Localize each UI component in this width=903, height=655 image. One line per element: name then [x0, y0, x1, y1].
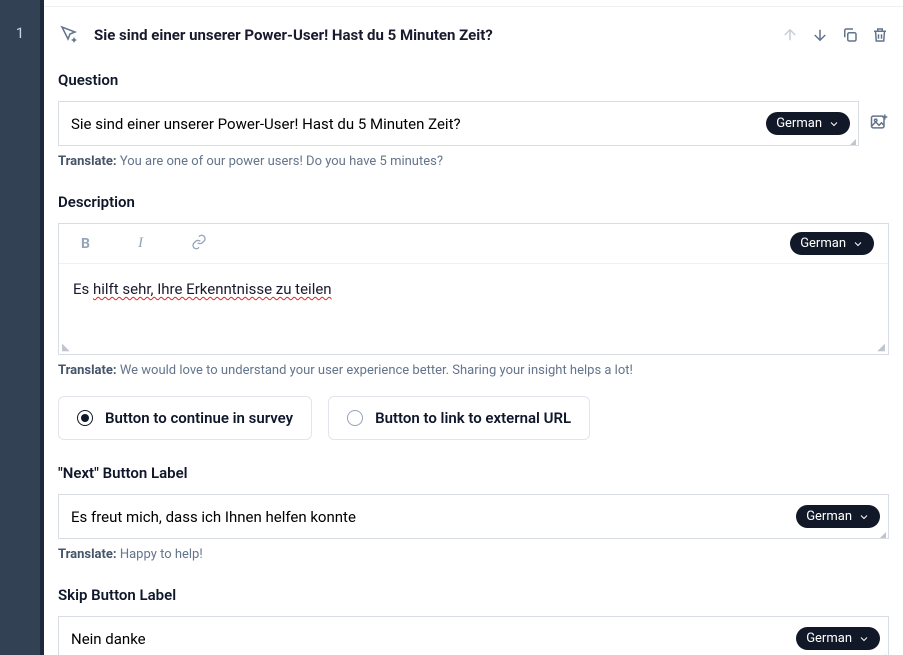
chevron-down-icon — [858, 633, 870, 645]
skip-button-field-label: Skip Button Label — [58, 586, 889, 604]
chevron-down-icon — [858, 511, 870, 523]
next-button-input-wrap: German — [58, 494, 889, 539]
next-button-language-select[interactable]: German — [796, 505, 880, 528]
radio-icon — [347, 410, 363, 426]
translate-label: Translate: — [58, 547, 117, 562]
question-language-select[interactable]: German — [766, 112, 850, 135]
description-text-prefix: Es — [73, 280, 93, 298]
resize-handle-icon — [880, 532, 886, 538]
description-language-select[interactable]: German — [790, 232, 874, 255]
top-divider — [44, 0, 903, 7]
skip-button-input[interactable] — [71, 630, 788, 648]
translate-label: Translate: — [58, 363, 117, 378]
resize-handle-icon — [850, 139, 856, 145]
move-up-button[interactable] — [781, 26, 799, 44]
delete-button[interactable] — [871, 26, 889, 44]
link-button[interactable] — [191, 234, 207, 254]
radio-icon — [77, 410, 93, 426]
question-field-label: Question — [58, 71, 889, 89]
step-number-column: 1 — [0, 0, 40, 655]
description-translation-text: We would love to understand your user ex… — [120, 363, 633, 378]
button-continue-option[interactable]: Button to continue in survey — [58, 396, 312, 440]
description-field-label: Description — [58, 193, 889, 211]
next-button-input[interactable] — [71, 508, 788, 526]
translate-label: Translate: — [58, 154, 117, 169]
step-number: 1 — [16, 24, 24, 655]
description-editor: B I German Es hilft sehr, Ihre Erkenntni… — [58, 223, 889, 355]
next-button-translation: Translate: Happy to help! — [58, 547, 889, 562]
button-external-option[interactable]: Button to link to external URL — [328, 396, 590, 440]
resize-corners: ◣◢ — [62, 342, 885, 353]
description-textarea[interactable]: Es hilft sehr, Ihre Erkenntnisse zu teil… — [59, 264, 888, 354]
sparkle-cursor-icon — [58, 23, 82, 47]
question-translation: Translate: You are one of our power user… — [58, 154, 889, 169]
question-input-wrap: German — [58, 101, 859, 146]
question-language-label: German — [776, 116, 822, 131]
move-down-button[interactable] — [811, 26, 829, 44]
next-button-field-label: "Next" Button Label — [58, 464, 889, 482]
skip-button-input-wrap: German — [58, 616, 889, 655]
next-button-language-label: German — [806, 509, 852, 524]
skip-button-language-select[interactable]: German — [796, 627, 880, 650]
description-translation: Translate: We would love to understand y… — [58, 363, 889, 378]
italic-button[interactable]: I — [138, 235, 143, 252]
question-input[interactable] — [71, 115, 758, 133]
button-continue-label: Button to continue in survey — [105, 409, 293, 427]
add-image-button[interactable] — [869, 112, 889, 136]
chevron-down-icon — [852, 238, 864, 250]
description-text-spellcheck: hilft sehr, Ihre Erkenntnisse zu teilen — [93, 280, 332, 298]
chevron-down-icon — [828, 118, 840, 130]
next-button-translation-text: Happy to help! — [120, 547, 203, 562]
duplicate-button[interactable] — [841, 26, 859, 44]
bold-button[interactable]: B — [81, 236, 90, 252]
description-language-label: German — [800, 236, 846, 251]
question-translation-text: You are one of our power users! Do you h… — [120, 154, 443, 169]
question-title: Sie sind einer unserer Power-User! Hast … — [94, 26, 769, 44]
button-external-label: Button to link to external URL — [375, 409, 571, 427]
skip-button-language-label: German — [806, 631, 852, 646]
